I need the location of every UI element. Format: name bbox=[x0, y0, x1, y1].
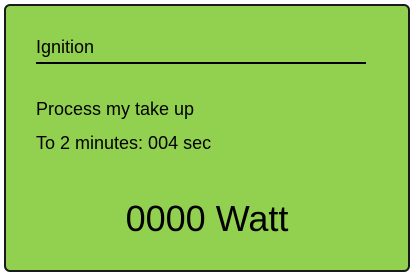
screen-title: Ignition bbox=[36, 37, 95, 57]
title-underline: Ignition bbox=[36, 36, 366, 64]
lcd-display-panel: Ignition Process my take up To 2 minutes… bbox=[4, 4, 410, 272]
status-line-process: Process my take up bbox=[36, 99, 195, 119]
power-readout: 0000 Watt bbox=[125, 198, 289, 239]
status-line-timer: To 2 minutes: 004 sec bbox=[36, 133, 212, 153]
